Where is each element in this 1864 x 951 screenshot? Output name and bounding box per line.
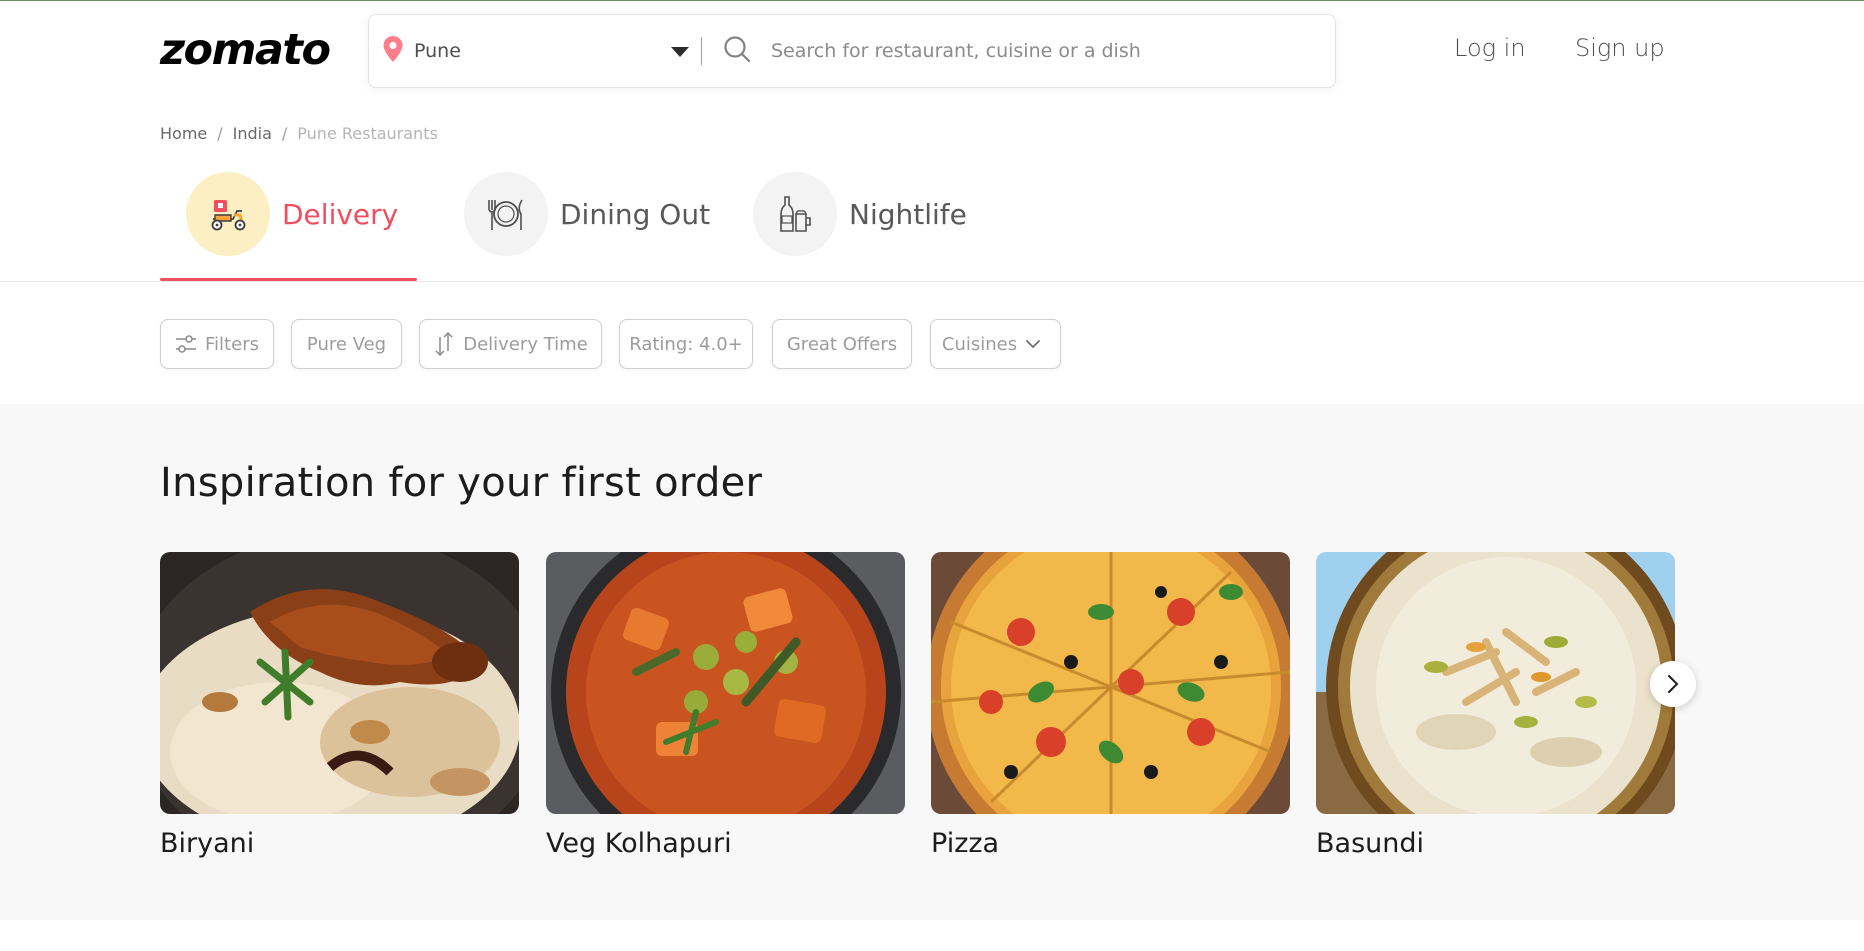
scooter-icon	[186, 172, 270, 256]
filters-button[interactable]: Filters	[160, 319, 274, 369]
food-card-label: Basundi	[1316, 828, 1424, 859]
great-offers-label: Great Offers	[786, 333, 898, 355]
breadcrumb-current: Pune Restaurants	[297, 124, 438, 143]
search-icon	[723, 35, 751, 67]
tab-dining-out[interactable]: Dining Out	[464, 172, 710, 256]
signup-link[interactable]: Sign up	[1575, 34, 1665, 62]
tabs-divider	[0, 281, 1864, 282]
search-bar: Pune	[368, 14, 1336, 88]
location-selector[interactable]: Pune	[369, 15, 701, 87]
delivery-time-label: Delivery Time	[463, 333, 588, 355]
tab-nightlife[interactable]: Nightlife	[753, 172, 967, 256]
search-divider	[701, 37, 702, 65]
location-text: Pune	[414, 40, 461, 62]
breadcrumb: Home / India / Pune Restaurants	[160, 124, 438, 143]
biryani-image	[160, 552, 519, 814]
carousel-next-button[interactable]	[1650, 661, 1696, 707]
zomato-logo[interactable]: zomato	[160, 26, 331, 74]
food-card-pizza[interactable]: Pizza	[931, 552, 1290, 859]
breadcrumb-separator: /	[217, 124, 223, 143]
chevron-down-icon	[1026, 340, 1041, 349]
section-title: Inspiration for your first order	[160, 460, 763, 506]
rating-label: Rating: 4.0+	[629, 333, 743, 355]
tab-delivery[interactable]: Delivery	[186, 172, 398, 256]
great-offers-filter[interactable]: Great Offers	[772, 319, 912, 369]
breadcrumb-home[interactable]: Home	[160, 124, 207, 143]
veg-kolhapuri-image	[546, 552, 905, 814]
pizza-image	[931, 552, 1290, 814]
search-input[interactable]	[771, 40, 1331, 62]
breadcrumb-separator: /	[281, 124, 288, 143]
top-border	[0, 0, 1864, 1]
breadcrumb-india[interactable]: India	[233, 124, 272, 143]
bottles-icon	[753, 172, 837, 256]
food-card-biryani[interactable]: Biryani	[160, 552, 519, 859]
chevron-right-icon	[1668, 675, 1679, 693]
caret-down-icon[interactable]	[671, 47, 689, 57]
cuisines-label: Cuisines	[941, 333, 1018, 355]
tab-label: Delivery	[282, 197, 399, 231]
sort-arrows-icon	[435, 331, 453, 357]
filters-label: Filters	[205, 333, 259, 355]
tab-label: Dining Out	[560, 197, 711, 231]
food-card-veg-kolhapuri[interactable]: Veg Kolhapuri	[546, 552, 905, 859]
tab-label: Nightlife	[849, 197, 967, 231]
food-card-basundi[interactable]: Basundi	[1316, 552, 1675, 859]
food-card-label: Biryani	[160, 828, 255, 859]
delivery-time-filter[interactable]: Delivery Time	[419, 319, 602, 369]
rating-filter[interactable]: Rating: 4.0+	[619, 319, 753, 369]
sliders-icon	[176, 335, 197, 353]
login-link[interactable]: Log in	[1454, 34, 1526, 62]
pure-veg-filter[interactable]: Pure Veg	[291, 319, 402, 369]
food-card-label: Veg Kolhapuri	[546, 828, 732, 859]
basundi-image	[1316, 552, 1675, 814]
inspiration-section: Inspiration for your first order Biryani	[0, 404, 1864, 920]
food-card-label: Pizza	[931, 828, 1000, 859]
plate-icon	[464, 172, 548, 256]
cuisines-dropdown[interactable]: Cuisines	[930, 319, 1061, 369]
pure-veg-label: Pure Veg	[306, 333, 387, 355]
location-pin-icon	[382, 35, 404, 67]
